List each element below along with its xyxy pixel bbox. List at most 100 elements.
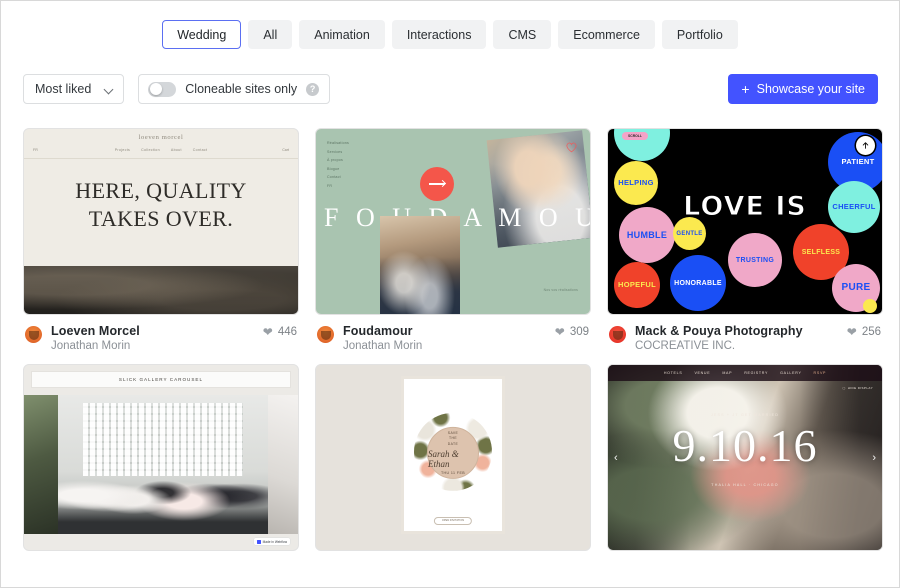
- thumb-menu-item: Contact: [327, 175, 349, 179]
- tab-portfolio[interactable]: Portfolio: [662, 20, 738, 49]
- thumb-menu-item: FR: [327, 184, 349, 188]
- card-author[interactable]: Jonathan Morin: [343, 340, 555, 352]
- thumb-venue: THALIA HALL · CHICAGO: [608, 483, 882, 487]
- thumb-headline-line1: HERE, QUALITY: [24, 177, 298, 205]
- thumb-headline-line2: TAKES OVER.: [24, 205, 298, 233]
- bubble-honorable: HONORABLE: [670, 255, 726, 311]
- like-count: 256: [862, 326, 881, 338]
- card-title[interactable]: Foudamour: [343, 324, 555, 338]
- topnav-venue: VENUE: [694, 371, 710, 375]
- like-count: 446: [278, 326, 297, 338]
- arrow-up-icon: [860, 140, 871, 151]
- couple-names: Sarah & Ethan: [428, 449, 478, 469]
- arrow-right-icon: [429, 183, 445, 184]
- card-title[interactable]: Mack & Pouya Photography: [635, 324, 847, 338]
- topnav-hotels: HOTELS: [664, 371, 683, 375]
- carousel-prev-arrow[interactable]: ‹: [614, 452, 618, 464]
- bubble-hopeful: HOPEFUL: [614, 262, 660, 308]
- site-thumbnail-loeven-morcel[interactable]: loeven morcel FR Projects Collection Abo…: [23, 128, 299, 315]
- topnav-gallery: GALLERY: [780, 371, 801, 375]
- heart-icon: ❤: [847, 326, 857, 338]
- thumb-nav-cart: Cart: [282, 148, 289, 152]
- like-counter[interactable]: ❤ 309: [555, 326, 589, 338]
- like-counter[interactable]: ❤ 446: [263, 326, 297, 338]
- topnav-registry: REGISTRY: [744, 371, 768, 375]
- thumb-kicker: JESS + JT GET MARRIED: [608, 413, 882, 417]
- toolbar: Most liked Cloneable sites only ? + Show…: [1, 49, 899, 109]
- cloneable-toggle[interactable]: [148, 82, 176, 97]
- thumb-menu-item: Réalisations: [327, 141, 349, 145]
- card-text: Mack & Pouya Photography COCREATIVE INC.: [635, 324, 847, 352]
- made-in-webflow-badge: Made in Webflow: [254, 538, 290, 545]
- card-text: Foudamour Jonathan Morin: [343, 324, 555, 352]
- avatar: [609, 326, 626, 343]
- scroll-to-top-button[interactable]: [856, 136, 875, 155]
- thumb-nav-about: About: [171, 148, 182, 152]
- hide-display-control: ▢ HIDE DISPLAY: [842, 386, 873, 390]
- thumb-topnav: HOTELS VENUE MAP REGISTRY GALLERY RSVP: [608, 365, 882, 381]
- thumb-menu-item: Blogue: [327, 167, 349, 171]
- card-text: Loeven Morcel Jonathan Morin: [51, 324, 263, 352]
- carousel-next-arrow[interactable]: ›: [872, 452, 876, 464]
- site-showcase-page: Wedding All Animation Interactions CMS E…: [0, 0, 900, 588]
- cloneable-filter[interactable]: Cloneable sites only ?: [138, 74, 330, 104]
- site-thumbnail-save-the-date[interactable]: SAVE THE DATE Sarah & Ethan THU 11 FEB O…: [315, 364, 591, 551]
- site-grid: loeven morcel FR Projects Collection Abo…: [1, 109, 899, 551]
- sort-dropdown[interactable]: Most liked: [23, 74, 124, 104]
- thumb-brand: loeven morcel: [24, 134, 298, 141]
- thumb-carousel: [24, 395, 298, 534]
- avatar: [25, 326, 42, 343]
- topnav-rsvp: RSVP: [814, 371, 827, 375]
- site-card: HOTELS VENUE MAP REGISTRY GALLERY RSVP ▢…: [607, 364, 883, 551]
- carousel-slide-prev: [24, 395, 58, 534]
- like-count: 309: [570, 326, 589, 338]
- card-title[interactable]: Loeven Morcel: [51, 324, 263, 338]
- invitation-disc: SAVE THE DATE Sarah & Ethan THU 11 FEB: [427, 427, 479, 479]
- site-thumbnail-mack-pouya[interactable]: SCROLL PATIENT CHEERFUL HELPING HUMBLE G…: [607, 128, 883, 315]
- heart-icon: ❤: [263, 326, 273, 338]
- carousel-slide-next: [268, 395, 298, 534]
- thumb-bar-title: SLICK GALLERY CAROUSEL: [31, 371, 291, 388]
- site-thumbnail-gallery-carousel[interactable]: SLICK GALLERY CAROUSEL Made in Webflow: [23, 364, 299, 551]
- card-meta: Loeven Morcel Jonathan Morin ❤ 446: [23, 315, 299, 352]
- thumb-nav-projects: Projects: [115, 148, 130, 152]
- webflow-logo-icon: [257, 540, 261, 544]
- tab-cms[interactable]: CMS: [493, 20, 551, 49]
- help-icon[interactable]: ?: [306, 83, 319, 96]
- sort-dropdown-value: Most liked: [35, 82, 91, 96]
- plus-icon: +: [741, 82, 749, 96]
- site-card: loeven morcel FR Projects Collection Abo…: [23, 128, 299, 352]
- tab-interactions[interactable]: Interactions: [392, 20, 487, 49]
- thumb-nav-contact: Contact: [193, 148, 208, 152]
- tab-animation[interactable]: Animation: [299, 20, 385, 49]
- like-counter[interactable]: ❤ 256: [847, 326, 881, 338]
- tab-all[interactable]: All: [248, 20, 292, 49]
- thumb-big-date: 9.10.16: [608, 423, 882, 469]
- heart-outline-icon: [565, 141, 578, 153]
- bubble-trusting: TRUSTING: [728, 233, 782, 287]
- open-invitation-button: OPEN INVITATION: [434, 517, 472, 525]
- card-meta: Foudamour Jonathan Morin ❤ 309: [315, 315, 591, 352]
- thumb-headline: HERE, QUALITY TAKES OVER.: [24, 177, 298, 232]
- card-author[interactable]: COCREATIVE INC.: [635, 340, 847, 352]
- heart-icon: ❤: [555, 326, 565, 338]
- site-card: SLICK GALLERY CAROUSEL Made in Webflow: [23, 364, 299, 551]
- thumb-menu: Réalisations Services À propos Blogue Co…: [327, 141, 349, 188]
- site-card: Réalisations Services À propos Blogue Co…: [315, 128, 591, 352]
- site-thumbnail-foudamour[interactable]: Réalisations Services À propos Blogue Co…: [315, 128, 591, 315]
- thumb-menu-item: À propos: [327, 158, 349, 162]
- showcase-your-site-button[interactable]: + Showcase your site: [728, 74, 878, 104]
- invitation-sheet: SAVE THE DATE Sarah & Ethan THU 11 FEB O…: [401, 376, 505, 534]
- hide-display-label: HIDE DISPLAY: [848, 386, 873, 390]
- tab-ecommerce[interactable]: Ecommerce: [558, 20, 655, 49]
- date-label: DATE: [448, 441, 458, 446]
- thumb-photo: [24, 266, 298, 314]
- card-author[interactable]: Jonathan Morin: [51, 340, 263, 352]
- thumb-nav-items: Projects Collection About Contact: [24, 148, 298, 152]
- site-thumbnail-wedding-date[interactable]: HOTELS VENUE MAP REGISTRY GALLERY RSVP ▢…: [607, 364, 883, 551]
- tab-wedding[interactable]: Wedding: [162, 20, 241, 49]
- bubble-small-yellow: [863, 299, 877, 313]
- thumb-menu-item: Services: [327, 150, 349, 154]
- avatar: [317, 326, 334, 343]
- thumb-nav-collection: Collection: [141, 148, 160, 152]
